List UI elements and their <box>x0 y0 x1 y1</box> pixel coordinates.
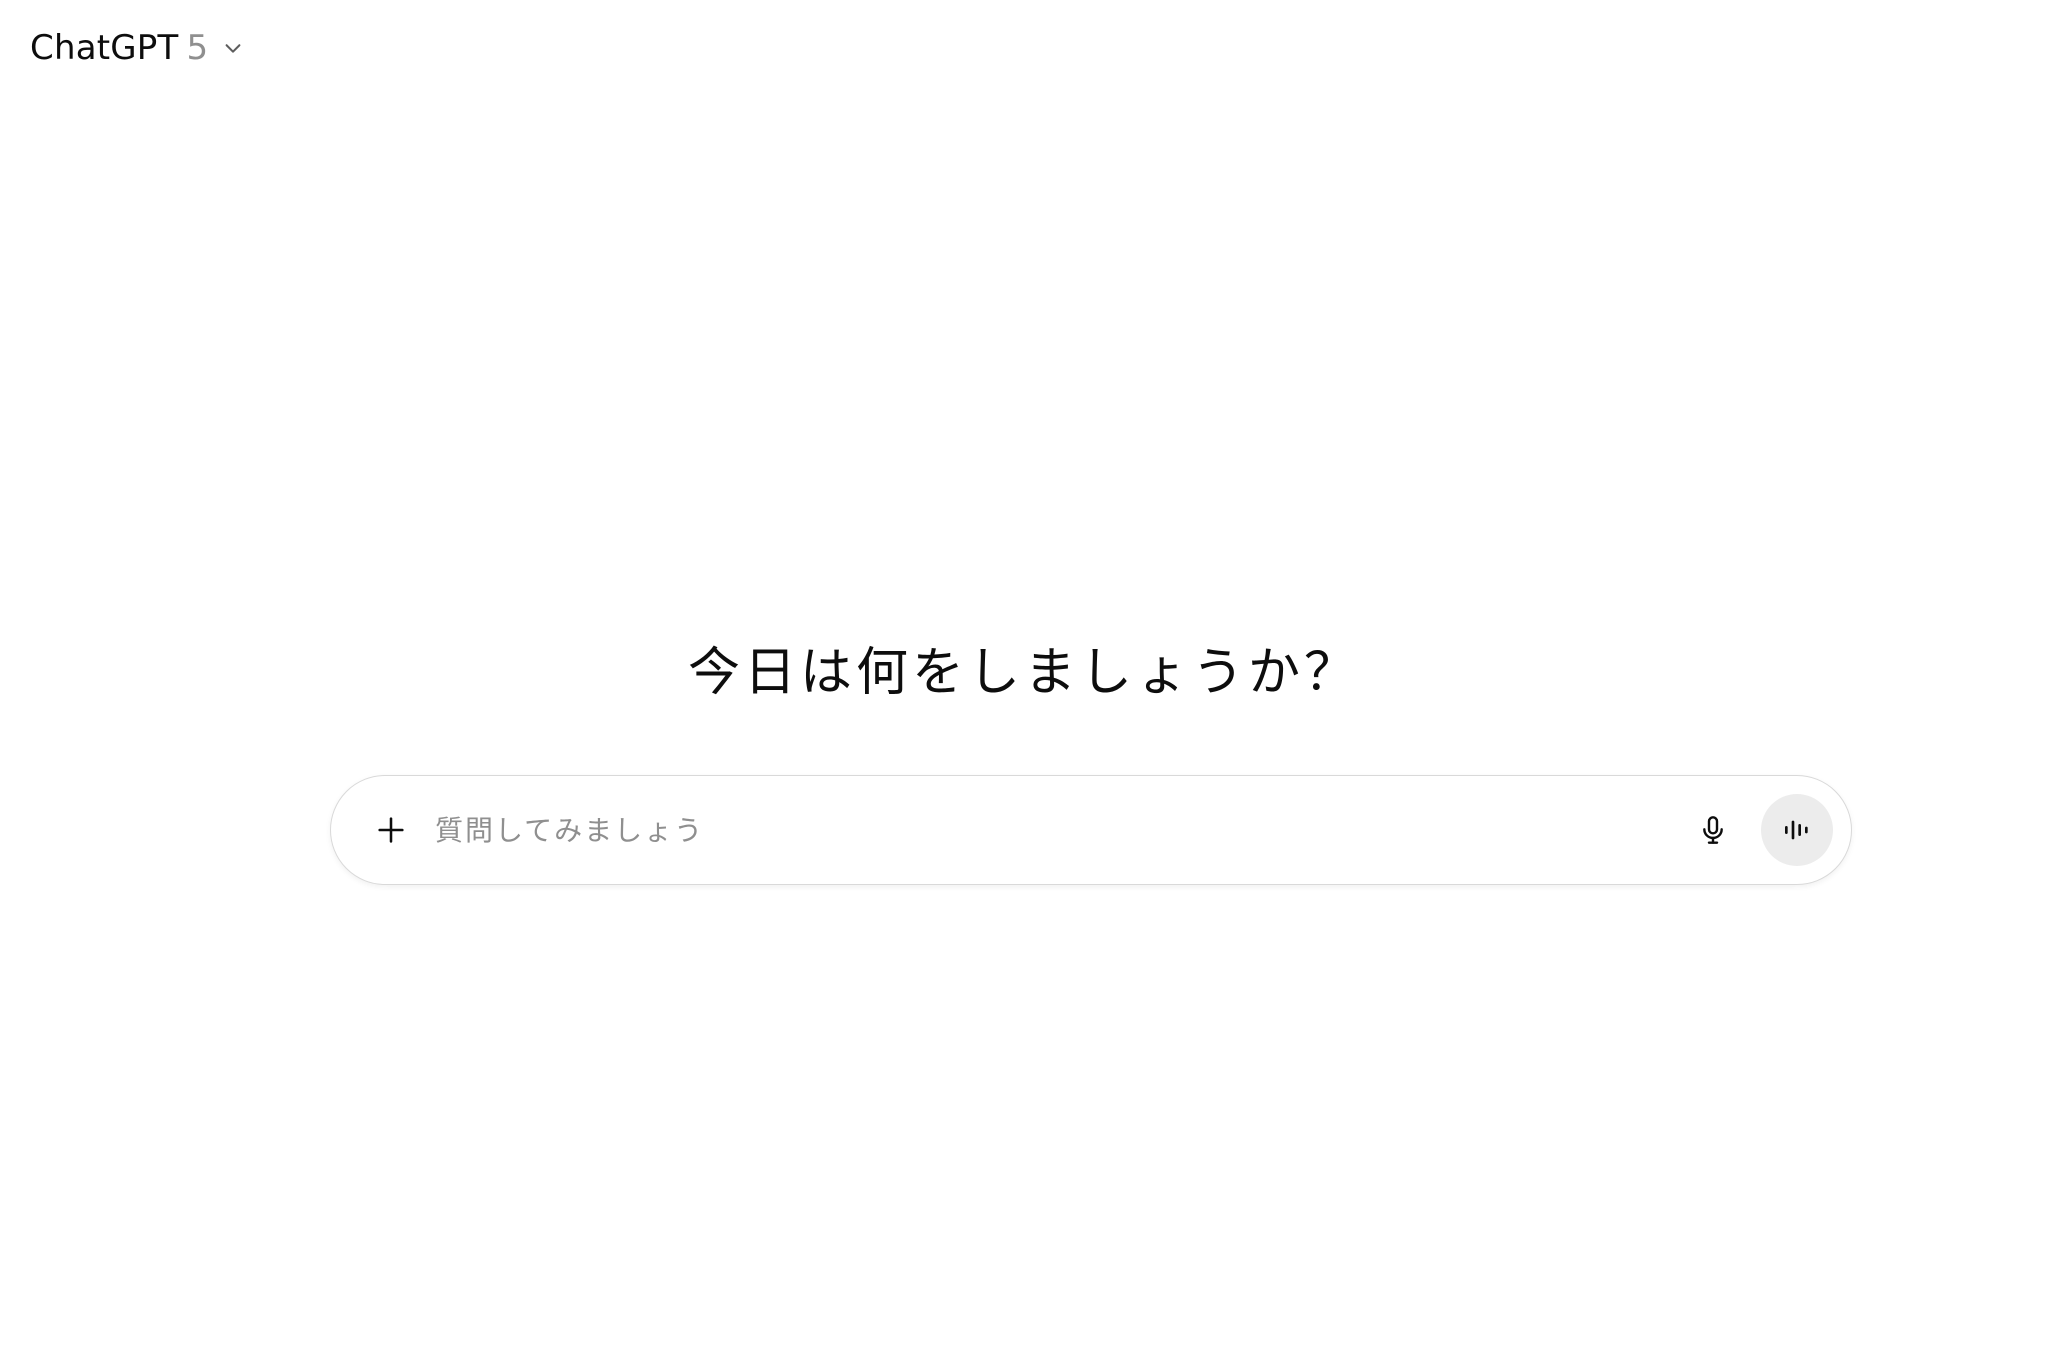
model-switcher[interactable]: ChatGPT 5 <box>30 26 246 70</box>
greeting-heading: 今日は何をしましょうか？ <box>687 643 1360 703</box>
chat-home-page: ChatGPT 5 今日は何をしましょうか？ <box>0 0 2048 1366</box>
plus-icon <box>374 813 408 847</box>
dictate-button[interactable] <box>1687 804 1739 856</box>
voice-mode-button[interactable] <box>1761 794 1833 866</box>
microphone-icon <box>1697 814 1729 846</box>
chevron-down-icon <box>220 35 246 61</box>
add-attachment-button[interactable] <box>367 806 415 854</box>
model-name: ChatGPT <box>30 28 179 68</box>
model-version: 5 <box>186 28 209 68</box>
prompt-input[interactable] <box>435 805 1615 855</box>
voice-waveform-icon <box>1781 814 1813 846</box>
composer <box>330 775 1852 885</box>
